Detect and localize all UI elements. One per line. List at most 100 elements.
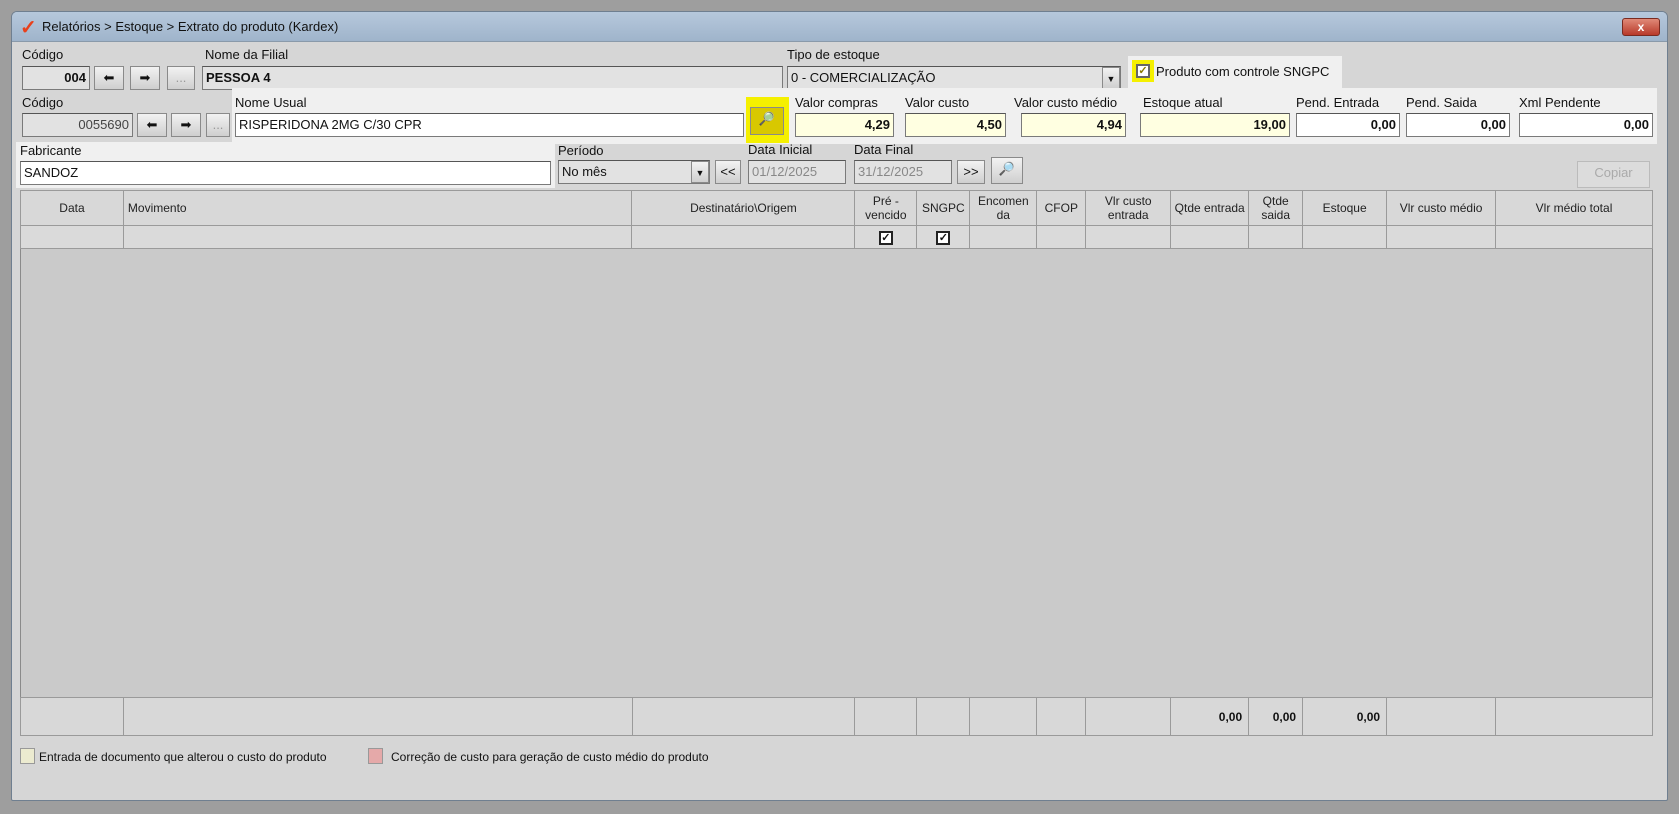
produto-codigo-label: Código (22, 95, 64, 110)
filial-nome-label: Nome da Filial (205, 47, 289, 62)
col-encomenda[interactable]: Encomen da (969, 190, 1038, 226)
sngpc-filter[interactable]: ✓ (916, 225, 971, 249)
produto-lookup-button[interactable]: ... (206, 113, 230, 137)
valor-compras-field: 4,29 (795, 113, 894, 137)
filter-cell[interactable] (631, 225, 856, 249)
tipo-estoque-value: 0 - COMERCIALIZAÇÃO (791, 70, 936, 85)
col-estoque[interactable]: Estoque (1302, 190, 1388, 226)
app-logo-icon: ✓ (20, 17, 37, 39)
filter-cell[interactable] (1170, 225, 1250, 249)
data-final-label: Data Final (854, 142, 914, 157)
magnifier-icon: 🔎 (758, 111, 776, 126)
tipo-estoque-select[interactable]: 0 - COMERCIALIZAÇÃO ▼ (787, 66, 1121, 90)
window-title: Relatórios > Estoque > Extrato do produt… (42, 19, 339, 34)
col-qtde-saida[interactable]: Qtde saida (1248, 190, 1304, 226)
search-period-button[interactable]: 🔎 (991, 157, 1023, 184)
produto-prev-button[interactable]: ⬅ (137, 113, 167, 137)
periodo-value: No mês (562, 164, 607, 179)
kardex-table: Data Movimento Destinatário\Origem Pré -… (20, 190, 1653, 249)
valor-custo-medio-field: 4,94 (1021, 113, 1126, 137)
copiar-button[interactable]: Copiar (1577, 161, 1650, 188)
estoque-atual-field: 19,00 (1140, 113, 1290, 137)
kardex-grid (20, 190, 1653, 735)
col-vlr-custo-entrada[interactable]: Vlr custo entrada (1085, 190, 1172, 226)
pre-vencido-filter[interactable]: ✓ (854, 225, 918, 249)
filter-cell[interactable] (1386, 225, 1497, 249)
close-button[interactable]: x (1622, 18, 1660, 36)
xml-pendente-field: 0,00 (1519, 113, 1653, 137)
filter-row: ✓ ✓ (20, 225, 1653, 249)
pend-saida-field: 0,00 (1406, 113, 1510, 137)
filial-nome-field: PESSOA 4 (202, 66, 783, 90)
totals-row: 0,00 0,00 0,00 (20, 697, 1654, 736)
valor-custo-field: 4,50 (905, 113, 1006, 137)
check-icon: ✓ (1136, 64, 1150, 78)
produto-next-button[interactable]: ➡ (171, 113, 201, 137)
nome-usual-field[interactable]: RISPERIDONA 2MG C/30 CPR (235, 113, 744, 137)
arrow-left-icon: ⬅ (103, 70, 115, 85)
xml-pendente-label: Xml Pendente (1519, 95, 1601, 110)
data-inicial-field[interactable]: 01/12/2025 (748, 160, 846, 184)
filter-cell[interactable] (1302, 225, 1388, 249)
fabricante-field[interactable]: SANDOZ (20, 161, 551, 185)
estoque-atual-label: Estoque atual (1143, 95, 1223, 110)
col-qtde-entrada[interactable]: Qtde entrada (1170, 190, 1250, 226)
table-header: Data Movimento Destinatário\Origem Pré -… (20, 190, 1653, 226)
totals-table: 0,00 0,00 0,00 (20, 697, 1654, 736)
fabricante-label: Fabricante (20, 143, 82, 158)
produto-codigo-field[interactable]: 0055690 (22, 113, 133, 137)
total-estoque: 0,00 (1302, 697, 1388, 736)
col-data[interactable]: Data (20, 190, 124, 226)
filter-cell[interactable] (1248, 225, 1304, 249)
filter-cell[interactable] (122, 225, 633, 249)
arrow-right-icon: ➡ (180, 117, 192, 132)
data-final-field[interactable]: 31/12/2025 (854, 160, 952, 184)
col-destinatario[interactable]: Destinatário\Origem (631, 190, 856, 226)
filter-cell[interactable] (1085, 225, 1172, 249)
search-highlight: 🔎 (746, 97, 789, 143)
prev-period-button[interactable]: << (715, 160, 741, 184)
next-period-button[interactable]: >> (957, 160, 985, 184)
total-qtde-saida: 0,00 (1248, 697, 1304, 736)
magnifier-icon: 🔎 (998, 161, 1016, 176)
periodo-label: Período (558, 143, 604, 158)
data-inicial-label: Data Inicial (748, 142, 813, 157)
filial-codigo-field[interactable]: 004 (22, 66, 90, 90)
valor-compras-label: Valor compras (795, 95, 878, 110)
valor-custo-medio-label: Valor custo médio (1014, 95, 1118, 110)
col-pre-vencido[interactable]: Pré - vencido (854, 190, 918, 226)
legend-correcao-label: Correção de custo para geração de custo … (391, 750, 709, 764)
chevron-down-icon[interactable]: ▼ (1102, 67, 1120, 89)
col-sngpc[interactable]: SNGPC (916, 190, 971, 226)
filial-next-button[interactable]: ➡ (130, 66, 160, 90)
arrow-left-icon: ⬅ (146, 117, 158, 132)
filter-cell[interactable] (20, 225, 124, 249)
search-product-button[interactable]: 🔎 (750, 107, 784, 135)
total-qtde-entrada: 0,00 (1170, 697, 1250, 736)
sngpc-checkbox[interactable]: ✓ (1132, 60, 1154, 82)
valor-custo-label: Valor custo (905, 95, 970, 110)
filial-lookup-button[interactable]: ... (167, 66, 195, 90)
filter-cell[interactable] (1495, 225, 1653, 249)
legend-swatch-custo (20, 748, 35, 764)
filter-cell[interactable] (1036, 225, 1087, 249)
col-cfop[interactable]: CFOP (1036, 190, 1087, 226)
nome-usual-label: Nome Usual (235, 95, 307, 110)
periodo-select[interactable]: No mês ▼ (558, 160, 710, 184)
col-movimento[interactable]: Movimento (122, 190, 633, 226)
title-bar: ✓ Relatórios > Estoque > Extrato do prod… (12, 12, 1667, 42)
tipo-estoque-label: Tipo de estoque (787, 47, 880, 62)
chevron-down-icon[interactable]: ▼ (691, 161, 709, 183)
sngpc-label: Produto com controle SNGPC (1156, 64, 1330, 79)
col-vlr-custo-medio[interactable]: Vlr custo médio (1386, 190, 1497, 226)
pend-entrada-field: 0,00 (1296, 113, 1400, 137)
checkbox-icon[interactable]: ✓ (936, 230, 951, 245)
filter-cell[interactable] (969, 225, 1038, 249)
filial-prev-button[interactable]: ⬅ (94, 66, 124, 90)
pend-saida-label: Pend. Saida (1406, 95, 1477, 110)
checkbox-icon[interactable]: ✓ (878, 230, 893, 245)
pend-entrada-label: Pend. Entrada (1296, 95, 1380, 110)
legend-custo-label: Entrada de documento que alterou o custo… (39, 750, 327, 764)
arrow-right-icon: ➡ (139, 70, 151, 85)
col-vlr-medio-total[interactable]: Vlr médio total (1495, 190, 1653, 226)
